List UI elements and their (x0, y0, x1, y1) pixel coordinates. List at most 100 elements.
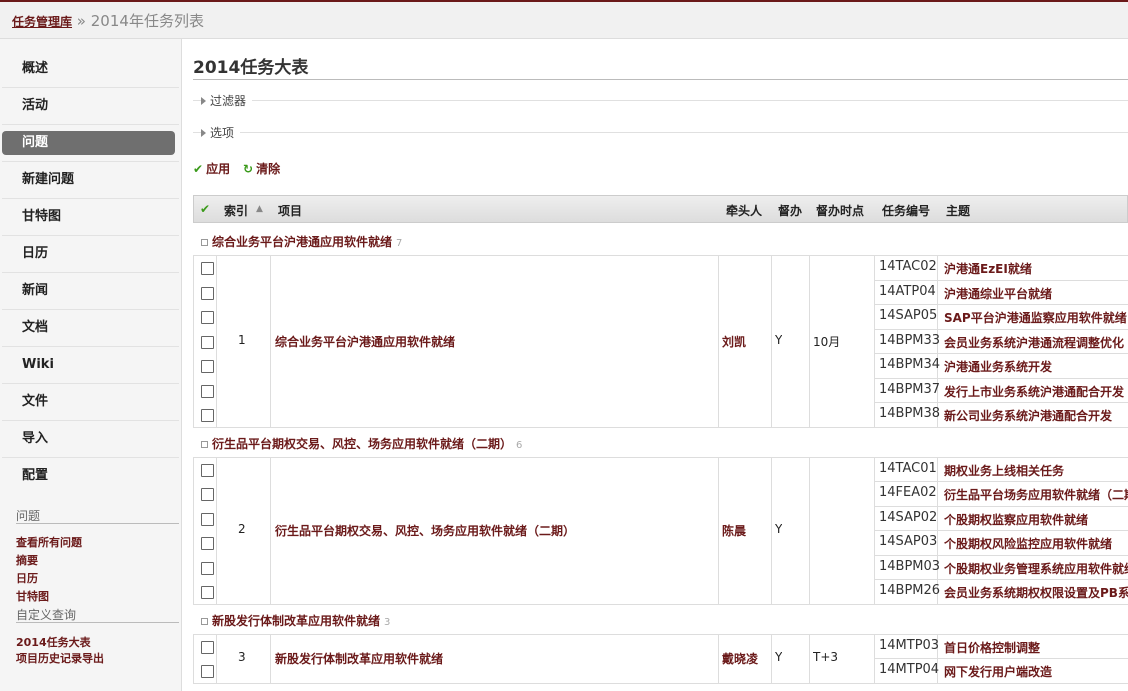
column-divider (809, 633, 810, 683)
row-checkbox[interactable] (201, 561, 214, 575)
row-divider (874, 328, 1128, 330)
group-title[interactable]: 新股发行体制改革应用软件就绪 3 (201, 612, 390, 629)
sidebar-item-files[interactable]: 文件 (2, 390, 175, 414)
filter-label: 过滤器 (210, 94, 247, 108)
cell-lead: 戴晓凌 (722, 652, 759, 666)
cell-supervise: Y (775, 650, 783, 664)
column-header-task-code[interactable]: 任务编号 (882, 202, 930, 219)
cell-project[interactable]: 综合业务平台沪港通应用软件就绪 (275, 333, 715, 350)
summary-link[interactable]: 摘要 (16, 552, 38, 568)
column-divider (216, 633, 217, 683)
task-subject-link[interactable]: 个股期权风险监控应用软件就绪 (944, 535, 1112, 552)
task-code: 14FEA02 (879, 485, 937, 500)
sidebar-item-issues[interactable]: 问题 (2, 131, 175, 155)
row-checkbox[interactable] (201, 665, 214, 678)
row-checkbox[interactable] (201, 335, 214, 349)
task-subject-link[interactable]: 个股期权监察应用软件就绪 (944, 511, 1088, 528)
group-header-row: 衍生品平台期权交易、风控、场务应用软件就绪（二期） 6 (193, 427, 1128, 457)
row-checkbox[interactable] (201, 640, 214, 654)
sidebar-item-documents[interactable]: 文档 (2, 316, 175, 340)
task-subject-link[interactable]: 沪港通EzEI就绪 (944, 260, 1032, 277)
task-subject-link[interactable]: SAP平台沪港通监察应用软件就绪 (944, 309, 1127, 326)
sidebar-item-import[interactable]: 导入 (2, 427, 175, 451)
reload-icon: ↻ (243, 162, 254, 176)
sidebar-item-new-issue[interactable]: 新建问题 (2, 168, 175, 192)
sidebar-item-activity[interactable]: 活动 (2, 94, 175, 118)
sidebar-item-wiki[interactable]: Wiki (2, 353, 175, 377)
breadcrumb-root-link[interactable]: 任务管理库 (12, 15, 72, 29)
sidebar-item-settings[interactable]: 配置 (2, 464, 175, 488)
sidebar-separator (2, 235, 179, 236)
custom-query-2014-tasks-link[interactable]: 2014任务大表 (16, 634, 91, 650)
task-subject-link[interactable]: 沪港通综业平台就绪 (944, 285, 1052, 302)
cell-lead: 陈晨 (722, 524, 747, 538)
cell-due: T+3 (813, 650, 839, 664)
checkmark-icon: ✔ (193, 162, 204, 176)
row-checkbox[interactable] (201, 586, 214, 599)
apply-button[interactable]: ✔ 应用 (193, 160, 230, 177)
task-subject-link[interactable]: 会员业务系统期权权限设置及PB系统 (944, 584, 1128, 601)
collapse-toggle-icon[interactable] (201, 440, 208, 448)
row-checkbox[interactable] (201, 409, 214, 422)
row-divider (874, 530, 1128, 531)
calendar-link[interactable]: 日历 (16, 570, 38, 586)
task-subject-link[interactable]: 会员业务系统沪港通流程调整优化 (944, 334, 1124, 351)
column-header-supervise[interactable]: 督办 (778, 202, 802, 219)
task-subject-link[interactable]: 个股期权业务管理系统应用软件就绪 (944, 560, 1128, 577)
row-checkbox[interactable] (201, 512, 214, 526)
select-all-checkmark-icon[interactable]: ✔ (200, 202, 210, 216)
column-divider (193, 456, 194, 604)
group-name: 衍生品平台期权交易、风控、场务应用软件就绪（二期） (212, 436, 513, 451)
gantt-link[interactable]: 甘特图 (16, 588, 49, 604)
column-header-index[interactable]: 索引 (224, 202, 248, 219)
group-title[interactable]: 衍生品平台期权交易、风控、场务应用软件就绪（二期） 6 (201, 435, 522, 452)
task-subject-link[interactable]: 新公司业务系统沪港通配合开发 (944, 407, 1112, 424)
group-name: 综合业务平台沪港通应用软件就绪 (212, 235, 393, 249)
options-toggle[interactable]: 选项 (201, 124, 241, 141)
view-all-issues-link[interactable]: 查看所有问题 (16, 534, 82, 550)
title-divider (193, 79, 1128, 80)
filter-toggle[interactable]: 过滤器 (201, 92, 253, 109)
cell-project[interactable]: 新股发行体制改革应用软件就绪 (275, 650, 715, 667)
column-divider (193, 633, 194, 683)
collapse-toggle-icon[interactable] (201, 617, 208, 625)
row-checkbox[interactable] (201, 463, 214, 477)
task-subject-link[interactable]: 首日价格控制调整 (944, 639, 1040, 656)
clear-button[interactable]: ↻ 清除 (243, 160, 280, 177)
sidebar-separator (2, 198, 179, 199)
row-checkbox[interactable] (201, 384, 214, 398)
collapse-toggle-icon[interactable] (201, 239, 208, 246)
custom-query-history-export-link[interactable]: 项目历史记录导出 (16, 650, 104, 666)
task-subject-link[interactable]: 衍生品平台场务应用软件就绪（二期） (944, 486, 1128, 503)
sidebar-separator (2, 161, 179, 162)
task-code: 14TAC01 (879, 460, 937, 476)
task-subject-link[interactable]: 发行上市业务系统沪港通配合开发 (944, 383, 1124, 400)
breadcrumb: 任务管理库 » 2014年任务列表 (12, 10, 204, 31)
sidebar-item-news[interactable]: 新闻 (2, 279, 175, 303)
sort-ascending-icon[interactable]: ▲ (256, 204, 263, 214)
row-divider (874, 402, 1128, 403)
sidebar-item-calendar[interactable]: 日历 (2, 242, 175, 266)
row-divider (874, 505, 1128, 507)
task-subject-link[interactable]: 期权业务上线相关任务 (944, 462, 1064, 479)
column-header-lead[interactable]: 牵头人 (726, 202, 762, 219)
column-header-due[interactable]: 督办时点 (816, 202, 864, 219)
column-divider (270, 633, 271, 683)
column-header-subject[interactable]: 主题 (946, 202, 970, 219)
row-checkbox[interactable] (201, 360, 214, 373)
row-checkbox[interactable] (201, 311, 214, 324)
cell-project[interactable]: 衍生品平台期权交易、风控、场务应用软件就绪（二期） (275, 522, 715, 539)
row-checkbox[interactable] (201, 537, 214, 550)
sidebar-item-gantt[interactable]: 甘特图 (2, 205, 175, 229)
sidebar-separator (2, 457, 179, 458)
sidebar: 概述 活动 问题 新建问题 甘特图 日历 新闻 文档 Wiki 文件 导入 配置 问题 查看所有问题 摘要日… (0, 39, 182, 691)
task-subject-link[interactable]: 沪港通业务系统开发 (944, 358, 1052, 375)
row-checkbox[interactable] (201, 262, 214, 275)
sidebar-item-overview[interactable]: 概述 (2, 57, 175, 81)
row-checkbox[interactable] (201, 488, 214, 501)
task-subject-link[interactable]: 网下发行用户端改造 (944, 663, 1052, 680)
cell-index: 1 (238, 332, 246, 347)
column-header-project[interactable]: 项目 (278, 202, 302, 219)
group-title[interactable]: 综合业务平台沪港通应用软件就绪 7 (201, 233, 402, 250)
row-checkbox[interactable] (201, 286, 214, 300)
